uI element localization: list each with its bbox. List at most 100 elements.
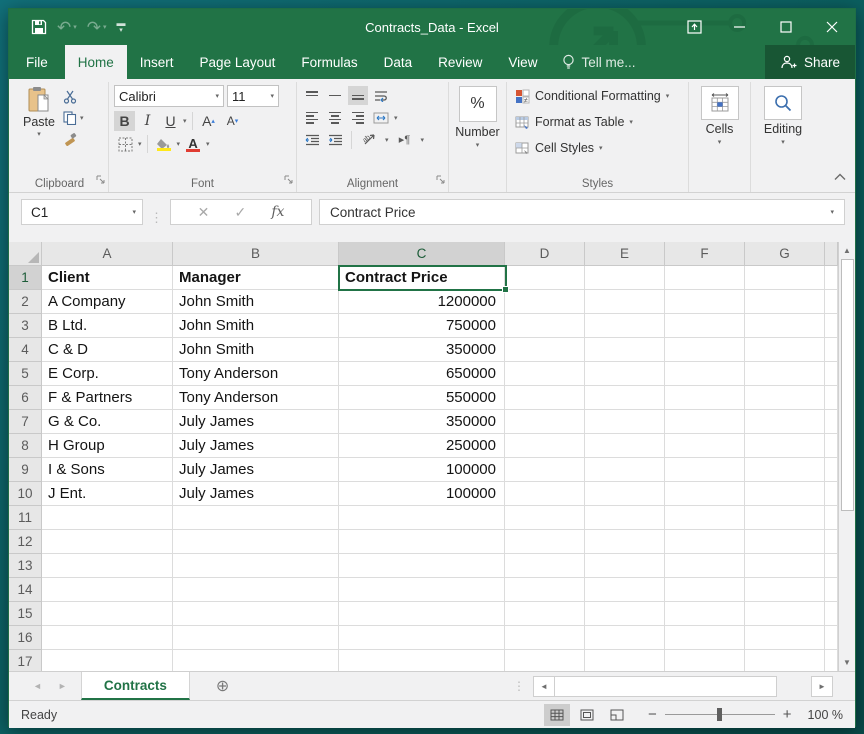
tab-file[interactable]: File	[9, 45, 65, 79]
tell-me-box[interactable]: Tell me...	[550, 45, 647, 79]
cut-button[interactable]	[62, 89, 85, 105]
tab-data[interactable]: Data	[371, 45, 426, 79]
cell-D15[interactable]	[505, 602, 585, 626]
cell-H12[interactable]	[825, 530, 838, 554]
cell-D3[interactable]	[505, 314, 585, 338]
tab-home[interactable]: Home	[65, 45, 127, 79]
row-header-1[interactable]: 1	[9, 266, 42, 290]
cell-B10[interactable]: July James	[173, 482, 339, 506]
merge-center-button[interactable]	[371, 108, 391, 127]
cell-H2[interactable]	[825, 290, 838, 314]
cell-H9[interactable]	[825, 458, 838, 482]
tab-view[interactable]: View	[495, 45, 550, 79]
cell-F8[interactable]	[665, 434, 745, 458]
cell-B4[interactable]: John Smith	[173, 338, 339, 362]
cell-C11[interactable]	[339, 506, 505, 530]
cell-H5[interactable]	[825, 362, 838, 386]
column-header-partial[interactable]	[825, 242, 838, 266]
cell-E3[interactable]	[585, 314, 665, 338]
cell-G14[interactable]	[745, 578, 825, 602]
cell-G7[interactable]	[745, 410, 825, 434]
cell-B8[interactable]: July James	[173, 434, 339, 458]
fill-color-button[interactable]	[153, 137, 175, 152]
cell-C17[interactable]	[339, 650, 505, 671]
cell-G10[interactable]	[745, 482, 825, 506]
row-header-7[interactable]: 7	[9, 410, 42, 434]
formula-input[interactable]: Contract Price ▾	[319, 199, 845, 225]
cell-B16[interactable]	[173, 626, 339, 650]
cell-G17[interactable]	[745, 650, 825, 671]
wrap-text-button[interactable]	[371, 86, 391, 105]
maximize-button[interactable]	[763, 9, 809, 45]
format-painter-button[interactable]	[62, 131, 85, 147]
cell-F11[interactable]	[665, 506, 745, 530]
cell-G1[interactable]	[745, 266, 825, 290]
cell-G13[interactable]	[745, 554, 825, 578]
cell-F15[interactable]	[665, 602, 745, 626]
cell-C5[interactable]: 650000	[339, 362, 505, 386]
cell-C6[interactable]: 550000	[339, 386, 505, 410]
cell-H11[interactable]	[825, 506, 838, 530]
cell-H7[interactable]	[825, 410, 838, 434]
bold-button[interactable]: B	[114, 111, 135, 131]
font-color-button[interactable]: A	[182, 136, 204, 153]
cell-D16[interactable]	[505, 626, 585, 650]
cell-C4[interactable]: 350000	[339, 338, 505, 362]
cell-E9[interactable]	[585, 458, 665, 482]
scroll-up-icon[interactable]: ▲	[839, 242, 855, 259]
ribbon-display-options-button[interactable]	[671, 9, 717, 45]
page-layout-view-button[interactable]	[574, 704, 600, 726]
cell-A8[interactable]: H Group	[42, 434, 173, 458]
share-button[interactable]: Share	[765, 45, 855, 79]
cell-C3[interactable]: 750000	[339, 314, 505, 338]
cell-styles-button[interactable]: Cell Styles ▾	[515, 135, 683, 161]
cell-A3[interactable]: B Ltd.	[42, 314, 173, 338]
cell-E6[interactable]	[585, 386, 665, 410]
cell-D9[interactable]	[505, 458, 585, 482]
cell-B5[interactable]: Tony Anderson	[173, 362, 339, 386]
cell-G2[interactable]	[745, 290, 825, 314]
normal-view-button[interactable]	[544, 704, 570, 726]
minimize-button[interactable]	[717, 9, 763, 45]
cell-A13[interactable]	[42, 554, 173, 578]
cell-A14[interactable]	[42, 578, 173, 602]
column-header-C[interactable]: C	[339, 242, 505, 266]
cell-H4[interactable]	[825, 338, 838, 362]
zoom-in-button[interactable]: +	[783, 706, 792, 723]
scroll-down-icon[interactable]: ▼	[839, 654, 855, 671]
row-header-3[interactable]: 3	[9, 314, 42, 338]
cell-C2[interactable]: 1200000	[339, 290, 505, 314]
cancel-entry-button[interactable]: ✕	[198, 204, 210, 221]
cell-B14[interactable]	[173, 578, 339, 602]
cell-F13[interactable]	[665, 554, 745, 578]
cell-H15[interactable]	[825, 602, 838, 626]
cell-H3[interactable]	[825, 314, 838, 338]
borders-button[interactable]	[114, 136, 136, 153]
cell-F6[interactable]	[665, 386, 745, 410]
cell-G5[interactable]	[745, 362, 825, 386]
name-box[interactable]: C1 ▾	[21, 199, 143, 225]
zoom-slider[interactable]	[665, 714, 775, 715]
cell-D8[interactable]	[505, 434, 585, 458]
new-sheet-button[interactable]: ⊕	[190, 672, 255, 700]
row-header-14[interactable]: 14	[9, 578, 42, 602]
sheet-tab-contracts[interactable]: Contracts	[81, 672, 190, 700]
formula-bar-resize-handle[interactable]: ⋮	[150, 210, 163, 226]
cell-C10[interactable]: 100000	[339, 482, 505, 506]
cell-G3[interactable]	[745, 314, 825, 338]
cell-B17[interactable]	[173, 650, 339, 671]
underline-button[interactable]: U	[160, 111, 181, 131]
cell-A4[interactable]: C & D	[42, 338, 173, 362]
cell-F9[interactable]	[665, 458, 745, 482]
row-header-9[interactable]: 9	[9, 458, 42, 482]
italic-button[interactable]: I	[137, 111, 158, 131]
collapse-ribbon-button[interactable]	[834, 168, 846, 186]
alignment-dialog-launcher[interactable]	[436, 171, 445, 189]
cell-C12[interactable]	[339, 530, 505, 554]
cell-B13[interactable]	[173, 554, 339, 578]
cell-D13[interactable]	[505, 554, 585, 578]
cell-E14[interactable]	[585, 578, 665, 602]
increase-indent-button[interactable]	[325, 130, 345, 149]
cell-H16[interactable]	[825, 626, 838, 650]
column-header-A[interactable]: A	[42, 242, 173, 266]
